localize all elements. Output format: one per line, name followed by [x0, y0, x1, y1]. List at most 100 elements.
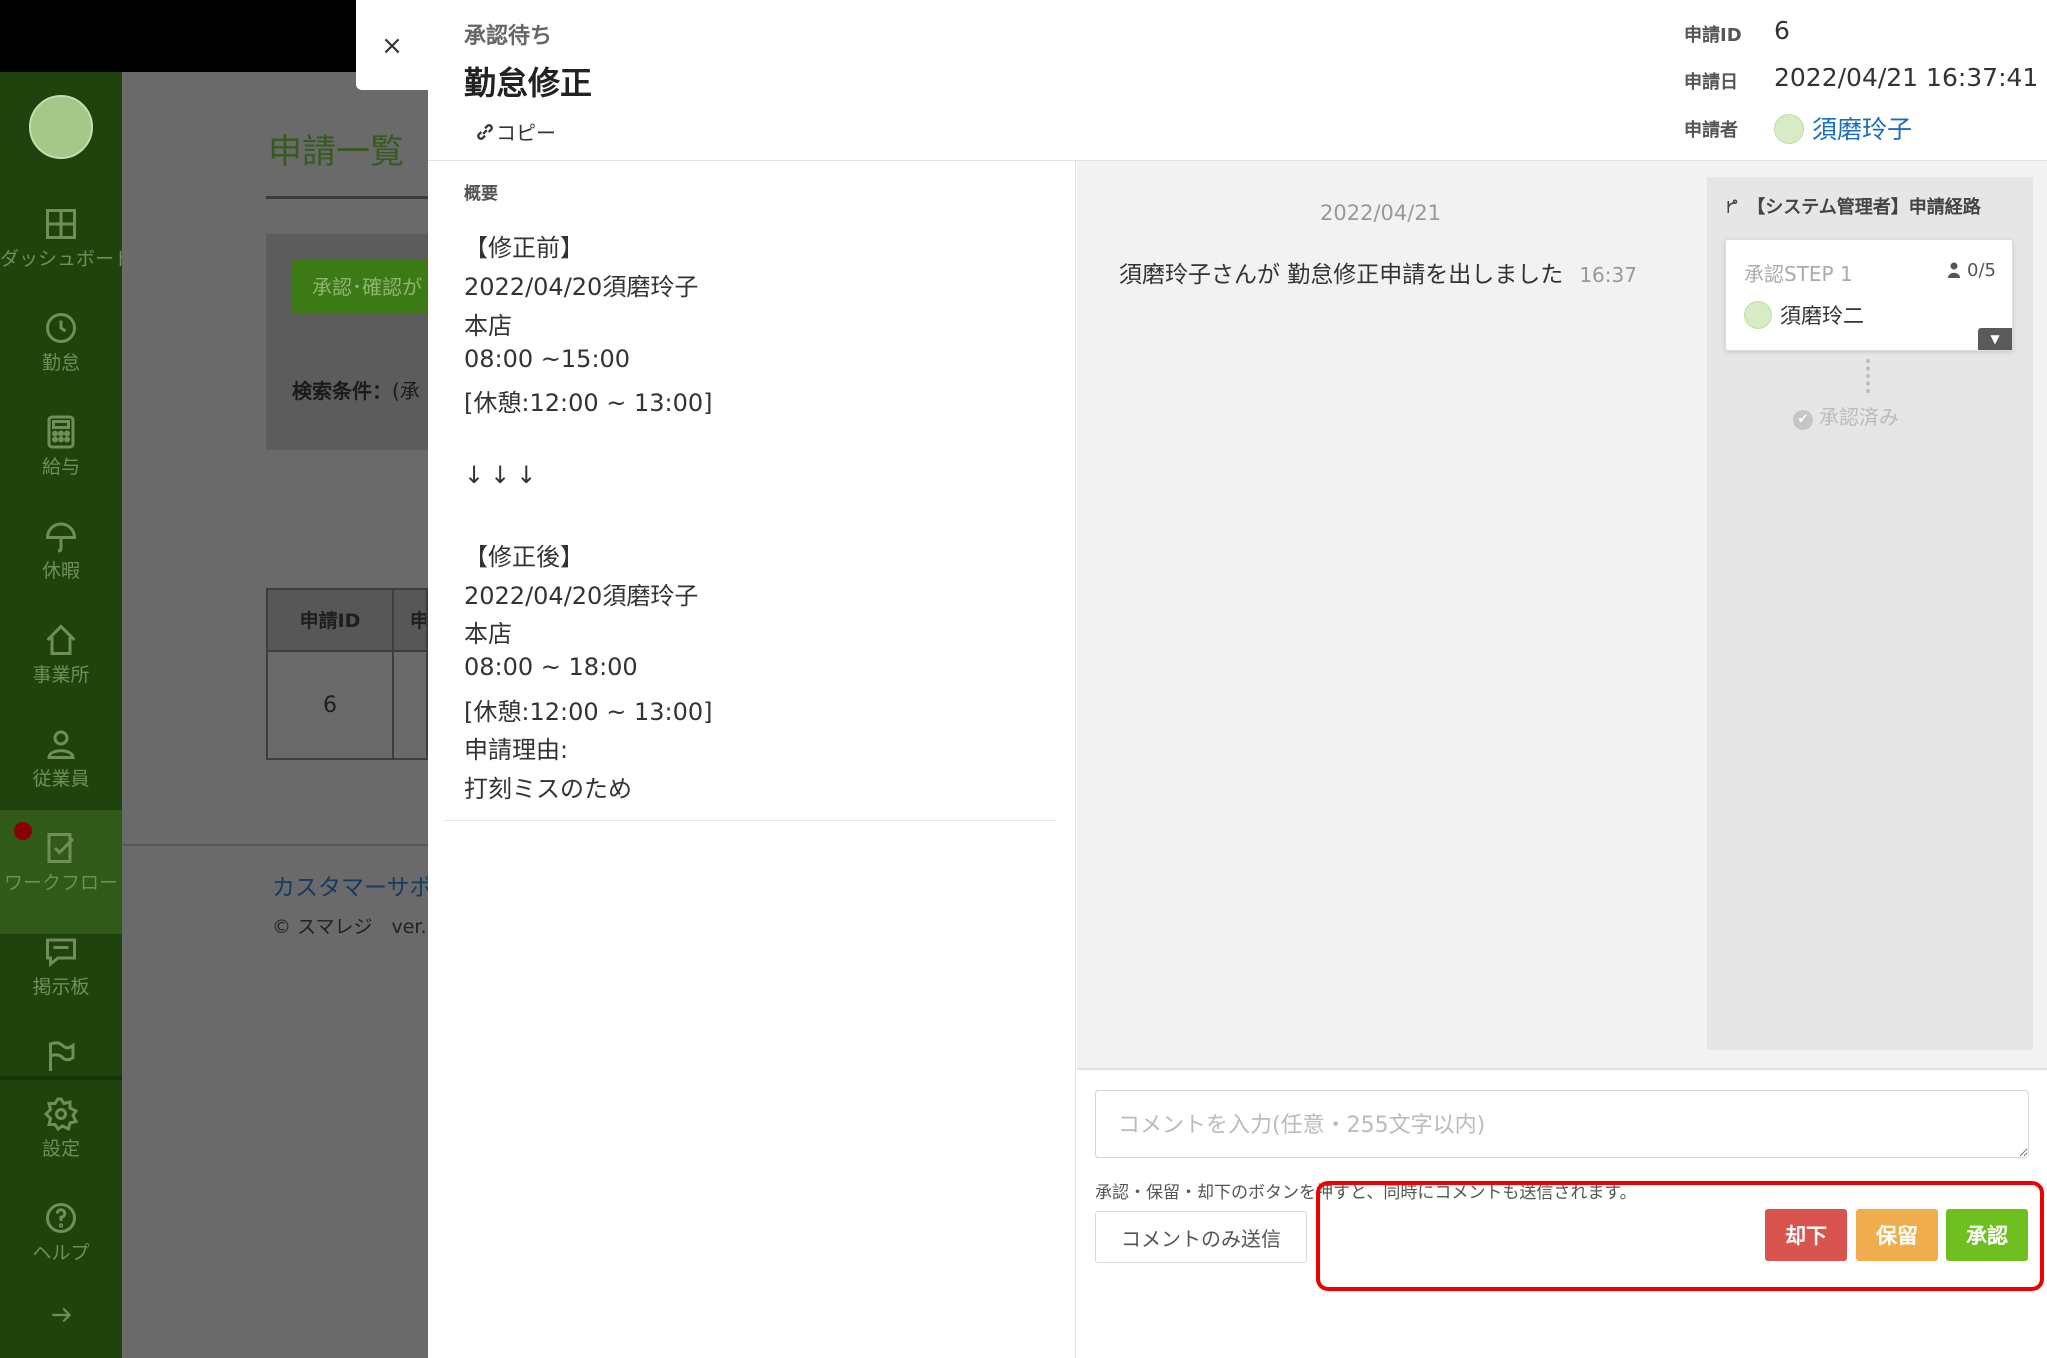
sidebar-item-label: ワークフロー [3, 872, 118, 894]
overview-line: 申請理由: [464, 736, 569, 764]
request-title: 勤怠修正 [464, 64, 593, 102]
title-divider [266, 196, 428, 199]
sidebar-item-payroll[interactable]: 給与 [0, 414, 122, 518]
overview-divider [445, 820, 1057, 821]
status-label: 承認待ち [464, 24, 553, 49]
timeline-message-text: 須磨玲子さんが 勤怠修正申請を出しました [1119, 262, 1564, 288]
sidebar-item-label: ダッシュボード [0, 248, 134, 270]
close-button[interactable]: × [356, 0, 428, 90]
arrow-right-icon [52, 1307, 72, 1323]
footer-divider [122, 844, 428, 846]
overview-label: 概要 [464, 184, 498, 204]
request-detail-modal: 承認待ち 勤怠修正 コピー 申請ID 6 申請日 2022/04/21 16:3… [428, 0, 2047, 1358]
overview-line: 2022/04/20須磨玲子 [464, 273, 699, 301]
sidebar-item-workflow[interactable]: ワークフロー [0, 810, 122, 934]
overview-panel: 概要 【修正前】 2022/04/20須磨玲子 本店 08:00 ~15:00 … [428, 161, 1076, 1358]
sidebar-item-flag[interactable] [0, 1038, 122, 1076]
sidebar-item-settings[interactable]: 設定 [0, 1096, 122, 1200]
close-icon: × [381, 31, 403, 61]
timeline-time: 16:37 [1579, 263, 1637, 287]
overview-line: 08:00 ~ 18:00 [464, 653, 638, 681]
sidebar-item-label: 掲示板 [32, 976, 90, 998]
column-header-type[interactable]: 申 [410, 590, 426, 652]
sidebar-item-help[interactable]: ヘルプ [0, 1200, 122, 1304]
sidebar-item-label: 給与 [41, 456, 80, 478]
dashboard-icon [46, 209, 76, 239]
approver-name: 須磨玲二 [1780, 304, 1864, 328]
message-icon [46, 938, 76, 968]
page-title: 申請一覧 [268, 132, 404, 172]
timeline-message: 須磨玲子さんが 勤怠修正申請を出しました 16:37 [1119, 255, 1637, 289]
home-icon [46, 624, 76, 655]
sidebar-item-label: ヘルプ [32, 1242, 90, 1264]
request-id-value: 6 [1774, 16, 1790, 45]
step-count-text: 0/5 [1967, 260, 1996, 281]
overview-line: 【修正後】 [464, 543, 584, 571]
sidebar-expand-button[interactable] [0, 1302, 122, 1342]
sidebar-item-office[interactable]: 事業所 [0, 622, 122, 726]
copy-link-label: コピー [496, 121, 556, 145]
step-approver-count: 0/5 [1947, 260, 1996, 281]
route-connector [1866, 359, 1870, 393]
branch-icon [1727, 199, 1738, 213]
hold-button[interactable]: 保留 [1856, 1209, 1938, 1261]
sidebar-item-label: 従業員 [32, 768, 90, 790]
reject-button[interactable]: 却下 [1765, 1209, 1847, 1261]
timeline-date: 2022/04/21 [1320, 201, 1442, 225]
applicant-link[interactable]: 須磨玲子 [1774, 110, 1912, 146]
overview-line: 本店 [464, 312, 512, 340]
approval-route-panel: 【システム管理者】申請経路 承認STEP 1 0/5 須磨玲二 ▼ ✔ 承認済み [1707, 177, 2033, 1050]
checklist-icon [47, 833, 75, 863]
sidebar-item-label: 休暇 [41, 560, 80, 582]
search-conditions: 検索条件：(承 [292, 375, 428, 404]
approve-button[interactable]: 承認 [1946, 1209, 2028, 1261]
notification-dot [14, 822, 32, 840]
approval-step-card[interactable]: 承認STEP 1 0/5 須磨玲二 ▼ [1725, 239, 2013, 351]
overview-line: 本店 [464, 620, 512, 648]
request-id-label: 申請ID [1684, 25, 1742, 46]
avatar[interactable] [29, 95, 93, 159]
support-link[interactable]: カスタマーサポ [272, 868, 428, 902]
chevron-down-icon[interactable]: ▼ [1978, 328, 2012, 350]
help-icon [46, 1203, 76, 1233]
overview-line: [休憩:12:00 ~ 13:00] [464, 389, 713, 417]
table-header: 申請ID 申 [268, 590, 426, 652]
sidebar-item-label: 事業所 [32, 664, 90, 686]
avatar [1744, 301, 1772, 329]
comment-input[interactable] [1095, 1090, 2029, 1158]
person-icon [1948, 262, 1961, 278]
sidebar-item-label: 勤怠 [41, 352, 80, 374]
send-comment-only-button[interactable]: コメントのみ送信 [1095, 1211, 1307, 1263]
route-title: 【システム管理者】申請経路 [1723, 193, 1981, 219]
table-cell-id[interactable]: 6 [268, 652, 394, 758]
link-icon [477, 124, 493, 140]
overview-line: [休憩:12:00 ~ 13:00] [464, 698, 713, 726]
route-done-text: 承認済み [1819, 405, 1899, 429]
calculator-icon [47, 415, 75, 449]
sidebar-item-vacation[interactable]: 休暇 [0, 518, 122, 622]
overview-line: 打刻ミスのため [464, 775, 632, 803]
request-table: 申請ID 申 6 [266, 588, 428, 760]
step-approver: 須磨玲二 [1744, 300, 1864, 330]
sidebar: ダッシュボード 勤怠 給与 休暇 事業所 従業員 ワークフロー 掲示板 設定 ヘ… [0, 72, 134, 1358]
bulk-approve-button[interactable]: 承認･確認が [292, 260, 428, 314]
overview-line: 【修正前】 [464, 234, 584, 262]
sidebar-divider [0, 1076, 122, 1080]
sidebar-item-attendance[interactable]: 勤怠 [0, 310, 122, 414]
search-label: 検索条件： [292, 379, 392, 403]
request-date-label: 申請日 [1684, 72, 1738, 93]
overview-line: ↓↓↓ [464, 461, 543, 489]
avatar [1774, 114, 1804, 144]
search-value: (承 [392, 379, 420, 403]
sidebar-item-board[interactable]: 掲示板 [0, 934, 122, 1038]
applicant-label: 申請者 [1684, 120, 1738, 141]
flag-icon [49, 1041, 75, 1071]
copy-link-button[interactable]: コピー [474, 117, 556, 146]
gear-icon [43, 1097, 79, 1132]
column-header-id[interactable]: 申請ID [268, 590, 394, 652]
person-icon [47, 730, 75, 759]
overview-line: 08:00 ~15:00 [464, 345, 631, 373]
clock-icon [46, 313, 76, 343]
sidebar-item-dashboard[interactable]: ダッシュボード [0, 206, 134, 310]
step-title: 承認STEP 1 [1744, 262, 1853, 286]
